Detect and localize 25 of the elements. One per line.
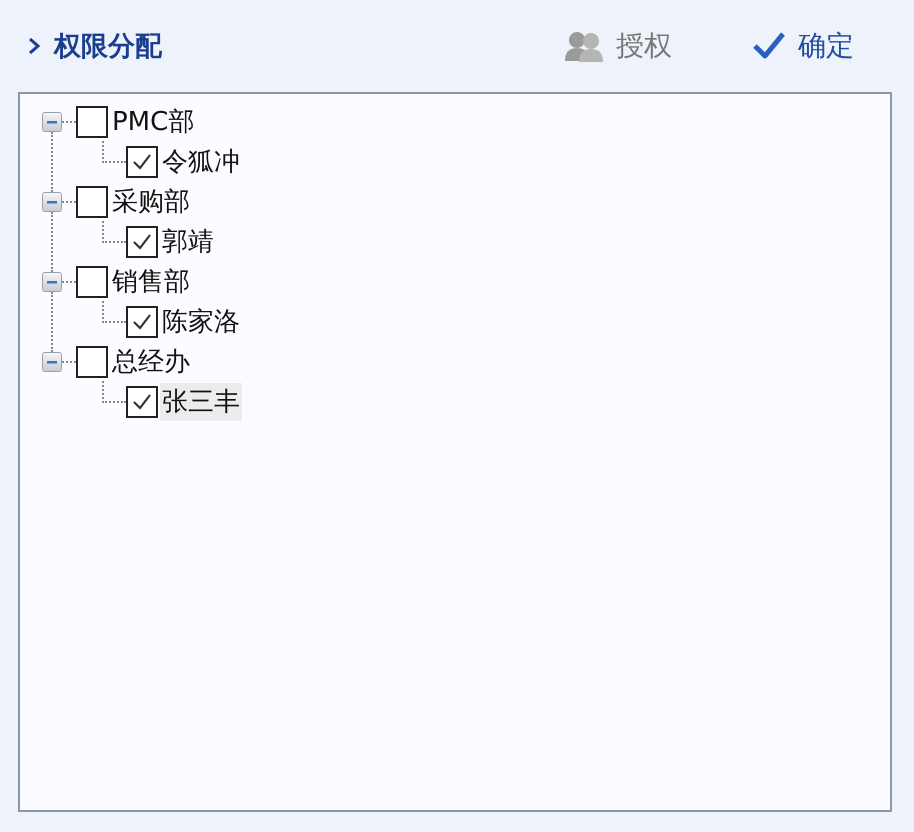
confirm-button[interactable]: 确定 <box>752 27 854 65</box>
collapse-toggle[interactable] <box>42 192 62 212</box>
collapse-toggle[interactable] <box>42 272 62 292</box>
checkbox[interactable] <box>126 386 158 418</box>
checkbox[interactable] <box>76 266 108 298</box>
users-icon <box>564 29 604 63</box>
checkbox[interactable] <box>76 186 108 218</box>
tree-item-label[interactable]: 郭靖 <box>160 223 216 261</box>
section-title: 权限分配 <box>54 30 162 64</box>
tree-item-label[interactable]: 张三丰 <box>160 383 242 421</box>
checkbox[interactable] <box>126 146 158 178</box>
tree-item-label[interactable]: 令狐冲 <box>160 143 242 181</box>
tree-item-label[interactable]: 总经办 <box>110 343 192 381</box>
collapse-toggle[interactable] <box>42 112 62 132</box>
tree-item-label[interactable]: 陈家洛 <box>160 303 242 341</box>
tree-item-label[interactable]: 销售部 <box>110 263 192 301</box>
checkbox[interactable] <box>76 106 108 138</box>
chevron-icon <box>28 37 40 55</box>
checkmark-icon <box>752 31 786 61</box>
tree-item-label[interactable]: PMC部 <box>110 103 196 141</box>
checkbox[interactable] <box>126 226 158 258</box>
checkbox[interactable] <box>76 346 108 378</box>
checkbox[interactable] <box>126 306 158 338</box>
collapse-toggle[interactable] <box>42 352 62 372</box>
tree-item-label[interactable]: 采购部 <box>110 183 192 221</box>
